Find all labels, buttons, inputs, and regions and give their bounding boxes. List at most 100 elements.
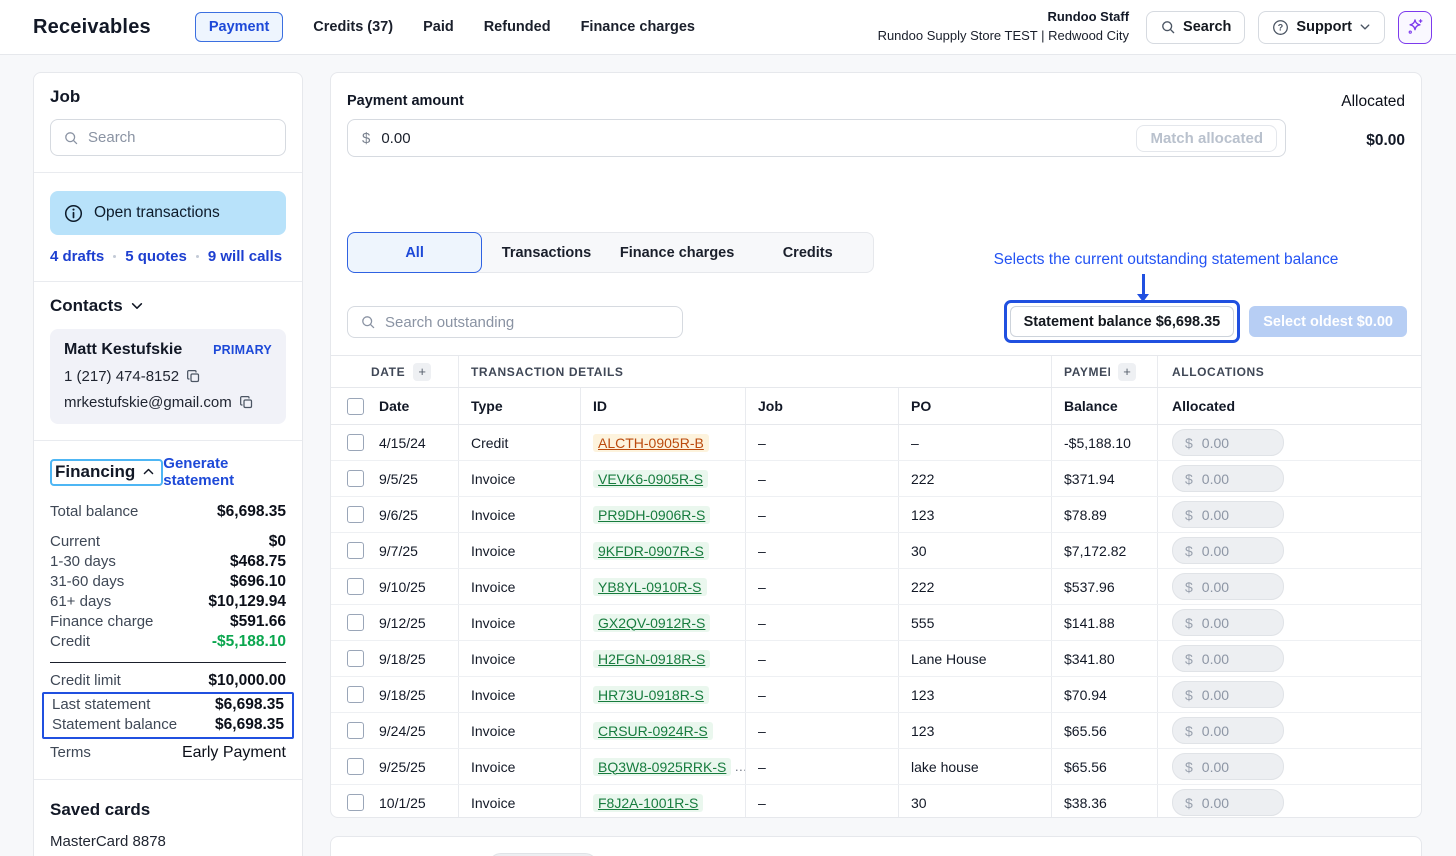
allocation-input[interactable]: $ 0.00: [1172, 681, 1284, 708]
transaction-id-link[interactable]: YB8YL-0910R-S: [593, 577, 707, 596]
select-oldest-button[interactable]: Select oldest $0.00: [1249, 306, 1407, 337]
copy-icon[interactable]: [186, 369, 201, 384]
quotes-link[interactable]: 5 quotes: [125, 248, 187, 265]
row-checkbox[interactable]: [347, 434, 364, 451]
transaction-id-link[interactable]: CRSUR-0924R-S: [593, 721, 713, 740]
add-payment-column-button[interactable]: +: [1118, 362, 1136, 381]
fin-label: Finance charge: [50, 613, 154, 630]
annotation-note: Selects the current outstanding statemen…: [993, 251, 1339, 268]
select-all-checkbox[interactable]: [347, 397, 364, 415]
row-checkbox[interactable]: [347, 542, 364, 559]
fin-terms-value: Early Payment: [181, 744, 286, 761]
will-calls-link[interactable]: 9 will calls: [208, 248, 282, 265]
top-nav: Receivables Payment Credits (37) Paid Re…: [0, 0, 1456, 55]
primary-badge: PRIMARY: [213, 343, 272, 357]
transaction-id-link[interactable]: F8J2A-1001R-S: [593, 793, 704, 812]
allocation-input[interactable]: $ 0.00: [1172, 429, 1284, 456]
search-button[interactable]: Search: [1146, 10, 1246, 44]
fin-value: $10,000.00: [208, 672, 286, 689]
row-checkbox[interactable]: [347, 470, 364, 487]
cell-balance: $38.36: [1052, 785, 1158, 817]
allocation-value: 0.00: [1201, 506, 1230, 523]
ai-assistant-button[interactable]: [1398, 10, 1432, 44]
match-allocated-button[interactable]: Match allocated: [1136, 124, 1277, 152]
nav-tab-finance-charges[interactable]: Finance charges: [581, 19, 695, 35]
nav-tab-payment[interactable]: Payment: [194, 12, 284, 42]
allocation-input[interactable]: $ 0.00: [1172, 717, 1284, 744]
saved-cards-section: Saved cards MasterCard 8878: [34, 779, 302, 856]
payment-amount-input[interactable]: $ 0.00 Match allocated: [347, 119, 1286, 157]
outstanding-search-input[interactable]: [385, 313, 670, 331]
cell-type: Invoice: [459, 605, 581, 640]
fin-value: $10,129.94: [208, 593, 286, 610]
nav-tab-refunded[interactable]: Refunded: [484, 19, 551, 35]
row-checkbox[interactable]: [347, 650, 364, 667]
transaction-id-link[interactable]: BQ3W8-0925RRK-S: [593, 757, 732, 776]
store-name: Rundoo Supply Store TEST | Redwood City: [877, 28, 1130, 43]
allocation-input[interactable]: $ 0.00: [1172, 465, 1284, 492]
job-search-input[interactable]: [88, 129, 273, 146]
row-checkbox[interactable]: [347, 686, 364, 703]
generate-statement-link[interactable]: Generate statement: [163, 455, 286, 489]
filter-tab-credits[interactable]: Credits: [742, 233, 873, 272]
copy-icon[interactable]: [239, 395, 254, 410]
allocation-input[interactable]: $ 0.00: [1172, 537, 1284, 564]
cell-type: Invoice: [459, 569, 581, 604]
open-transactions-section: Open transactions 4 drafts 5 quotes 9 wi…: [34, 172, 302, 281]
group-header-allocations: ALLOCATIONS: [1172, 364, 1265, 379]
row-checkbox[interactable]: [347, 794, 364, 811]
filter-tab-transactions[interactable]: Transactions: [481, 233, 612, 272]
allocation-input[interactable]: $ 0.00: [1172, 645, 1284, 672]
currency-symbol: $: [1185, 578, 1193, 595]
allocation-input[interactable]: $ 0.00: [1172, 609, 1284, 636]
nav-tab-paid[interactable]: Paid: [423, 19, 454, 35]
transaction-id-link[interactable]: HR73U-0918R-S: [593, 685, 709, 704]
contact-name: Matt Kestufskie: [64, 341, 183, 358]
allocation-input[interactable]: $ 0.00: [1172, 753, 1284, 780]
allocation-value: 0.00: [1201, 794, 1230, 811]
job-section: Job: [34, 73, 302, 172]
transaction-id-link[interactable]: ALCTH-0905R-B: [593, 433, 709, 452]
transaction-id-link[interactable]: 9KFDR-0907R-S: [593, 541, 709, 560]
cell-type: Invoice: [459, 677, 581, 712]
dot-separator: [195, 255, 199, 258]
row-checkbox[interactable]: [347, 722, 364, 739]
cell-type: Invoice: [459, 749, 581, 784]
allocation-input[interactable]: $ 0.00: [1172, 501, 1284, 528]
row-checkbox[interactable]: [347, 506, 364, 523]
filter-tab-finance-charges[interactable]: Finance charges: [612, 233, 743, 272]
statement-balance-button[interactable]: Statement balance $6,698.35: [1009, 306, 1235, 337]
transaction-id-link[interactable]: PR9DH-0906R-S: [593, 505, 711, 524]
contacts-heading[interactable]: Contacts: [50, 296, 286, 316]
allocation-value: 0.00: [1201, 434, 1230, 451]
financing-heading[interactable]: Financing: [55, 462, 135, 482]
allocation-input[interactable]: $ 0.00: [1172, 573, 1284, 600]
transaction-id-link[interactable]: GX2QV-0912R-S: [593, 613, 711, 632]
add-date-column-button[interactable]: +: [413, 362, 432, 381]
cell-date: 10/1/25: [377, 785, 459, 817]
fin-label: 1-30 days: [50, 553, 116, 570]
table-row: 9/18/25 Invoice H2FGN-0918R-S – Lane Hou…: [331, 641, 1421, 677]
cell-type: Invoice: [459, 533, 581, 568]
contacts-heading-label: Contacts: [50, 296, 123, 315]
allocation-input[interactable]: $ 0.00: [1172, 789, 1284, 816]
saved-card-item[interactable]: MasterCard 8878: [50, 833, 286, 850]
annotation-arrow-icon: [1137, 274, 1149, 302]
row-checkbox[interactable]: [347, 578, 364, 595]
transaction-id-link[interactable]: H2FGN-0918R-S: [593, 649, 711, 668]
annotation-financing-highlight: Financing: [50, 458, 164, 486]
drafts-link[interactable]: 4 drafts: [50, 248, 104, 265]
credit-to-add-input[interactable]: $ 0.00: [487, 852, 598, 856]
row-checkbox[interactable]: [347, 614, 364, 631]
table-row: 9/6/25 Invoice PR9DH-0906R-S – 123 $78.8…: [331, 497, 1421, 533]
row-checkbox[interactable]: [347, 758, 364, 775]
transaction-id-link[interactable]: VEVK6-0905R-S: [593, 469, 709, 488]
nav-tabs: Payment Credits (37) Paid Refunded Finan…: [194, 12, 878, 42]
support-button[interactable]: ? Support: [1258, 10, 1385, 44]
currency-symbol: $: [1185, 758, 1193, 775]
cell-date: 9/5/25: [377, 461, 459, 496]
annotation-statement-button-box: Statement balance $6,698.35: [1003, 300, 1241, 343]
fin-label: Credit: [50, 633, 91, 650]
filter-tab-all[interactable]: All: [347, 232, 483, 273]
nav-tab-credits[interactable]: Credits (37): [313, 19, 393, 35]
